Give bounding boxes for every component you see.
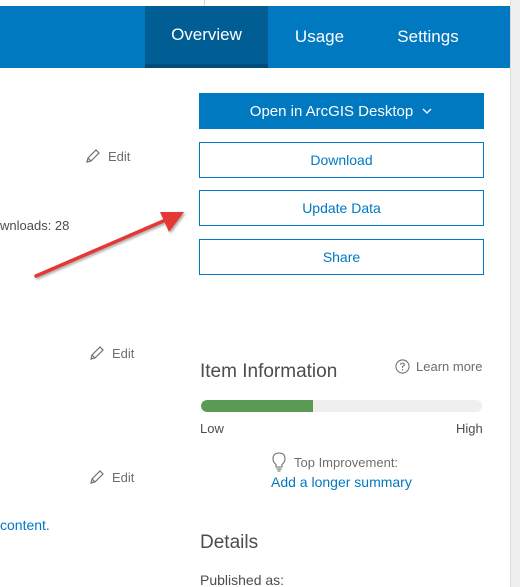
edit-description-button[interactable]: Edit <box>88 344 134 362</box>
download-button[interactable]: Download <box>199 142 484 178</box>
lightbulb-icon <box>272 452 286 472</box>
item-nav-bar: Overview Usage Settings <box>0 6 510 68</box>
tab-settings[interactable]: Settings <box>373 6 483 68</box>
pencil-icon <box>90 346 104 360</box>
pencil-icon <box>86 149 100 163</box>
downloads-count: wnloads: 28 <box>0 218 70 233</box>
open-in-desktop-button[interactable]: Open in ArcGIS Desktop <box>199 93 484 129</box>
item-page: Overview Usage Settings Edit wnloads: 28… <box>0 0 520 587</box>
question-circle-icon <box>395 359 410 374</box>
content-link[interactable]: content. <box>0 517 50 533</box>
learn-more-link[interactable]: Learn more <box>395 359 482 374</box>
tab-usage[interactable]: Usage <box>272 6 367 68</box>
learn-more-label: Learn more <box>416 359 483 374</box>
edit-terms-button[interactable]: Edit <box>88 468 134 486</box>
chevron-down-icon <box>422 108 432 114</box>
details-heading: Details <box>200 532 259 553</box>
score-high-label: High <box>456 421 483 436</box>
tab-overview[interactable]: Overview <box>145 6 268 68</box>
share-button[interactable]: Share <box>199 239 484 275</box>
top-improvement-label: Top Improvement: <box>294 454 399 470</box>
scrollbar[interactable] <box>510 0 520 587</box>
annotation-arrow <box>34 212 184 278</box>
score-low-label: Low <box>200 421 224 436</box>
pencil-icon <box>90 470 104 484</box>
edit-summary-button[interactable]: Edit <box>84 147 130 165</box>
edit-label: Edit <box>112 469 135 485</box>
item-information-heading: Item Information <box>200 361 338 382</box>
update-data-button[interactable]: Update Data <box>199 190 484 226</box>
top-improvement: Top Improvement: <box>270 451 398 473</box>
edit-label: Edit <box>112 345 135 361</box>
item-score-fill <box>201 400 314 412</box>
open-in-desktop-label: Open in ArcGIS Desktop <box>249 102 414 120</box>
add-longer-summary-link[interactable]: Add a longer summary <box>271 474 412 490</box>
item-score-bar <box>201 400 482 412</box>
published-as-label: Published as: <box>200 572 285 587</box>
edit-label: Edit <box>108 148 131 164</box>
